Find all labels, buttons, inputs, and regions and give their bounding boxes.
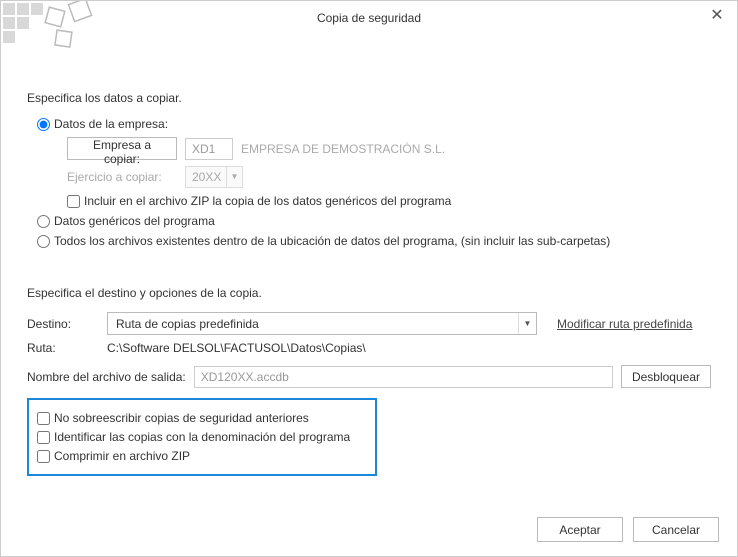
- radio-row-todos[interactable]: Todos los archivos existentes dentro de …: [37, 234, 711, 248]
- window-title: Copia de seguridad: [317, 11, 421, 25]
- accept-button[interactable]: Aceptar: [537, 517, 623, 542]
- check-compress-zip-label: Comprimir en archivo ZIP: [54, 449, 190, 463]
- empresa-code-input: [185, 138, 233, 160]
- ruta-label: Ruta:: [27, 341, 97, 355]
- destino-label: Destino:: [27, 317, 97, 331]
- radio-genericos-label: Datos genéricos del programa: [54, 214, 215, 228]
- radio-todos-label: Todos los archivos existentes dentro de …: [54, 234, 610, 248]
- desbloquear-button[interactable]: Desbloquear: [621, 365, 711, 388]
- ejercicio-combo[interactable]: 20XX ▼: [185, 166, 243, 188]
- radio-row-genericos[interactable]: Datos genéricos del programa: [37, 214, 711, 228]
- radio-genericos[interactable]: [37, 215, 50, 228]
- output-filename-label: Nombre del archivo de salida:: [27, 370, 186, 384]
- radio-row-empresa[interactable]: Datos de la empresa:: [37, 117, 711, 131]
- destino-combo[interactable]: Ruta de copias predefinida ▼: [107, 312, 537, 335]
- modificar-ruta-link[interactable]: Modificar ruta predefinida: [557, 317, 692, 331]
- destino-combo-value: Ruta de copias predefinida: [108, 317, 518, 331]
- radio-empresa[interactable]: [37, 118, 50, 131]
- check-include-generic-zip-label: Incluir en el archivo ZIP la copia de lo…: [84, 194, 451, 208]
- check-compress-zip[interactable]: [37, 450, 50, 463]
- check-no-overwrite[interactable]: [37, 412, 50, 425]
- check-identify-program[interactable]: [37, 431, 50, 444]
- app-logo-icon: [1, 1, 101, 56]
- ejercicio-label: Ejercicio a copiar:: [67, 170, 177, 184]
- title-bar: Copia de seguridad ✕: [1, 1, 737, 51]
- chevron-down-icon: ▼: [518, 313, 536, 334]
- ejercicio-value: 20XX: [186, 170, 226, 184]
- options-highlight-box: No sobreescribir copias de seguridad ant…: [27, 398, 377, 476]
- radio-empresa-label: Datos de la empresa:: [54, 117, 168, 131]
- check-include-generic-zip[interactable]: [67, 195, 80, 208]
- chevron-down-icon: ▼: [226, 167, 242, 187]
- section-dest-heading: Especifica el destino y opciones de la c…: [27, 286, 711, 300]
- section-source-heading: Especifica los datos a copiar.: [27, 91, 711, 105]
- radio-todos[interactable]: [37, 235, 50, 248]
- check-no-overwrite-label: No sobreescribir copias de seguridad ant…: [54, 411, 309, 425]
- dialog-button-bar: Aceptar Cancelar: [537, 517, 719, 542]
- check-identify-program-label: Identificar las copias con la denominaci…: [54, 430, 350, 444]
- empresa-copiar-button[interactable]: Empresa a copiar:: [67, 137, 177, 160]
- cancel-button[interactable]: Cancelar: [633, 517, 719, 542]
- output-filename-input: [194, 366, 613, 388]
- ruta-value: C:\Software DELSOL\FACTUSOL\Datos\Copias…: [107, 341, 366, 355]
- close-button[interactable]: ✕: [707, 7, 727, 27]
- empresa-name-label: EMPRESA DE DEMOSTRACIÓN S.L.: [241, 142, 445, 156]
